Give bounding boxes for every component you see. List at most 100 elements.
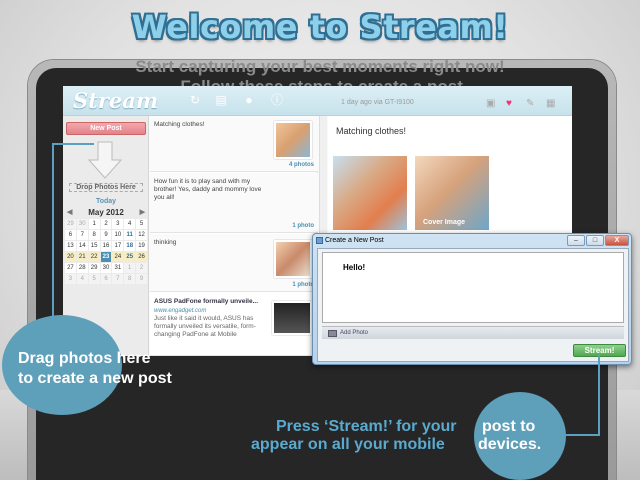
- today-link[interactable]: Today: [63, 198, 149, 205]
- post-text-input[interactable]: Hello!: [322, 252, 624, 323]
- callout-line-right: [598, 355, 600, 435]
- calendar-day[interactable]: 16: [100, 241, 112, 251]
- calendar-day[interactable]: 29: [65, 219, 76, 229]
- calendar-day[interactable]: 30: [76, 219, 88, 229]
- calendar-day[interactable]: 31: [112, 263, 124, 273]
- calendar-day[interactable]: 25: [124, 252, 136, 262]
- post-title: ASUS PadFone formally unveile...: [154, 298, 259, 305]
- calendar-day[interactable]: 2: [100, 219, 112, 229]
- callout-right-line2-end: devices.: [478, 436, 542, 453]
- callout-left-line1: Drag photos here: [18, 350, 151, 367]
- calendar-day[interactable]: 5: [136, 219, 147, 229]
- calendar-day[interactable]: 18: [124, 241, 136, 251]
- post-list: Matching clothes! 4 photos How fun it is…: [150, 116, 318, 356]
- calendar-day[interactable]: 6: [65, 230, 76, 240]
- minimize-button[interactable]: –: [567, 235, 585, 246]
- add-photo-label: Add Photo: [340, 330, 369, 336]
- calendar-day[interactable]: 10: [112, 230, 124, 240]
- window-icon: [316, 237, 323, 244]
- photo-count: 1 photo: [292, 223, 314, 229]
- calendar-day[interactable]: 8: [88, 230, 100, 240]
- calendar-day[interactable]: 26: [136, 252, 147, 262]
- callout-right-line1: Press ‘Stream!’ for your: [276, 418, 457, 435]
- calendar-day[interactable]: 14: [76, 241, 88, 251]
- calendar-day[interactable]: 23: [100, 252, 112, 262]
- calendar-day[interactable]: 4: [76, 274, 88, 284]
- calendar-day[interactable]: 24: [112, 252, 124, 262]
- calendar-day[interactable]: 28: [76, 263, 88, 273]
- calendar-day[interactable]: 27: [65, 263, 76, 273]
- profile-icon[interactable]: ●: [243, 94, 255, 107]
- calendar-day[interactable]: 17: [112, 241, 124, 251]
- callout-right-line1-end: post to: [482, 418, 536, 435]
- post-excerpt: Just like it said it would, ASUS has for…: [154, 315, 256, 338]
- calendar-day[interactable]: 8: [124, 274, 136, 284]
- calendar-header: ◀ May 2012 ▶: [65, 208, 147, 218]
- list-item[interactable]: Matching clothes! 4 photos: [150, 116, 318, 172]
- detail-photo[interactable]: [333, 156, 407, 230]
- calendar-icon[interactable]: ▤: [215, 94, 227, 107]
- calendar-day[interactable]: 19: [136, 241, 147, 251]
- calendar-day[interactable]: 13: [65, 241, 76, 251]
- detail-title: Matching clothes!: [336, 126, 407, 136]
- calendar-day[interactable]: 12: [136, 230, 147, 240]
- refresh-icon[interactable]: ↻: [189, 94, 201, 107]
- info-icon[interactable]: ⓘ: [271, 94, 283, 107]
- next-month-icon[interactable]: ▶: [140, 208, 145, 218]
- down-arrow-icon: [87, 141, 123, 179]
- add-photo-button[interactable]: Add Photo: [326, 329, 374, 338]
- image-icon: [328, 330, 337, 337]
- calendar-day[interactable]: 3: [112, 219, 124, 229]
- create-post-dialog: Create a New Post – □ X Hello! Add Photo…: [312, 233, 632, 365]
- list-item[interactable]: ASUS PadFone formally unveile... www.eng…: [150, 293, 318, 356]
- post-thumbnail: [274, 240, 312, 278]
- calendar-day[interactable]: 15: [88, 241, 100, 251]
- calendar-day[interactable]: 6: [100, 274, 112, 284]
- close-button[interactable]: X: [605, 235, 629, 246]
- headline: Welcome to Stream!: [131, 8, 509, 46]
- new-post-button[interactable]: New Post: [66, 122, 146, 135]
- dialog-title: Create a New Post: [325, 237, 384, 244]
- calendar-day[interactable]: 22: [88, 252, 100, 262]
- post-link[interactable]: www.engadget.com: [154, 307, 272, 315]
- document-icon[interactable]: ▦: [546, 98, 555, 109]
- app-logo: Stream: [73, 88, 159, 113]
- prev-month-icon[interactable]: ◀: [67, 208, 72, 218]
- save-icon[interactable]: ▣: [486, 98, 495, 109]
- calendar-day[interactable]: 7: [112, 274, 124, 284]
- calendar-day[interactable]: 9: [100, 230, 112, 240]
- calendar-grid: 29 30 1 2 3 4 5 6 7 8 9 10 11 12 13 14 15 16 17 18 19 20 21 22 2…: [65, 219, 147, 284]
- post-thumbnail: [274, 121, 312, 159]
- calendar-day[interactable]: 4: [124, 219, 136, 229]
- subtitle-line-1: Start capturing your best moments right …: [135, 57, 505, 76]
- calendar-day[interactable]: 11: [124, 230, 136, 240]
- callout-line-right-bottom: [560, 434, 600, 436]
- calendar-day[interactable]: 1: [88, 219, 100, 229]
- callout-left-line2: to create a new post: [18, 370, 172, 387]
- calendar-day[interactable]: 7: [76, 230, 88, 240]
- calendar-day[interactable]: 20: [65, 252, 76, 262]
- calendar-day[interactable]: 9: [136, 274, 147, 284]
- add-photo-bar: Add Photo: [322, 326, 624, 339]
- calendar-day[interactable]: 29: [88, 263, 100, 273]
- post-meta: 1 day ago via GT-I9100: [341, 99, 414, 106]
- app-topbar: Stream ↻ ▤ ● ⓘ 1 day ago via GT-I9100 ▣ …: [63, 86, 572, 116]
- calendar-day[interactable]: 21: [76, 252, 88, 262]
- list-item[interactable]: How fun it is to play sand with my broth…: [150, 173, 318, 233]
- calendar-month: May: [88, 208, 104, 217]
- photo-count: 4 photos: [289, 162, 314, 168]
- list-item[interactable]: thinking 1 photo: [150, 234, 318, 292]
- dialog-body: Hello! Add Photo Stream!: [317, 248, 629, 362]
- calendar-day[interactable]: 1: [124, 263, 136, 273]
- post-thumbnail: [272, 301, 312, 335]
- calendar-day[interactable]: 5: [88, 274, 100, 284]
- calendar-day[interactable]: 30: [100, 263, 112, 273]
- callout-line-left: [52, 143, 54, 318]
- calendar-day[interactable]: 3: [65, 274, 76, 284]
- maximize-button[interactable]: □: [586, 235, 604, 246]
- heart-icon[interactable]: ♥: [506, 98, 512, 109]
- edit-icon[interactable]: ✎: [526, 98, 534, 109]
- calendar-day[interactable]: 2: [136, 263, 147, 273]
- calendar: ◀ May 2012 ▶ 29 30 1 2 3 4 5 6 7 8 9 10 11 12 13 14 15 16…: [65, 208, 147, 284]
- drop-photos-zone[interactable]: Drop Photos Here: [69, 183, 143, 192]
